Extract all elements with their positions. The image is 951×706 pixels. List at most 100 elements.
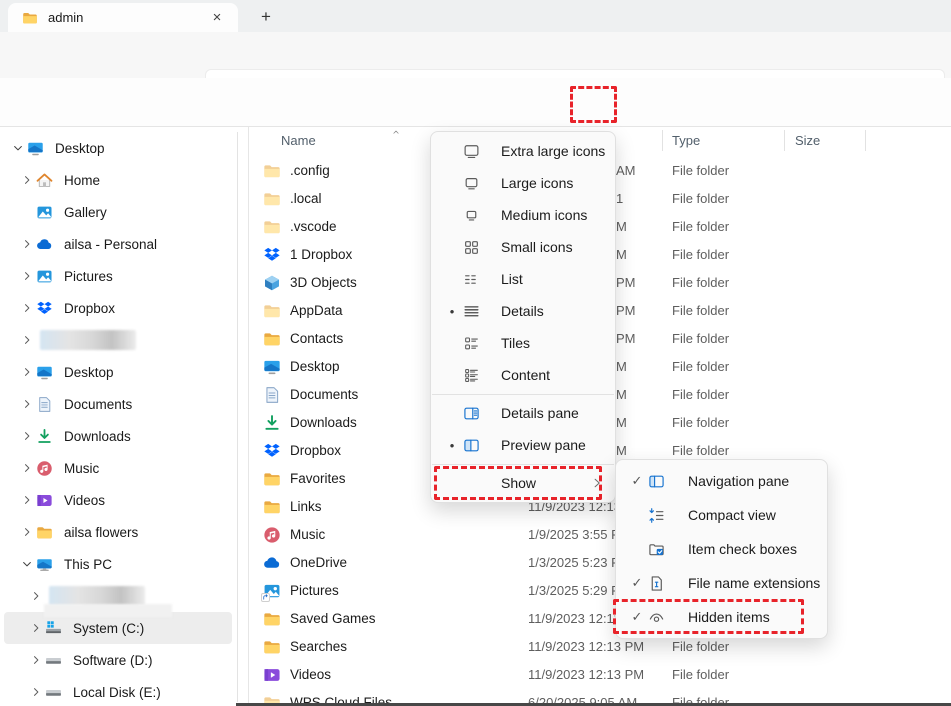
file-name: Favorites	[290, 465, 346, 493]
sidebar-item-desktop[interactable]: Desktop	[4, 356, 232, 388]
file-date-modified: AM	[616, 157, 636, 185]
cube-icon	[263, 274, 281, 292]
menu-item-large-icons[interactable]: Large icons	[431, 167, 615, 199]
chevron-right-icon[interactable]	[18, 523, 36, 541]
window-tab[interactable]: admin ×	[8, 3, 238, 32]
view-menu: Extra large iconsLarge iconsMedium icons…	[430, 131, 616, 503]
file-date-modified: 11/9/2023 12:13 PM	[528, 661, 644, 689]
ailsa-personal-icon	[36, 236, 53, 253]
column-header-type[interactable]: Type	[672, 133, 700, 148]
sidebar-item-software-d[interactable]: Software (D:)	[4, 644, 232, 676]
chevron-down-icon[interactable]	[18, 555, 36, 573]
sidebar-item-redacted[interactable]	[4, 324, 232, 356]
menu-item-details-pane[interactable]: Details pane	[431, 397, 615, 429]
menu-item-content[interactable]: Content	[431, 359, 615, 391]
sidebar-scrollbar[interactable]	[237, 132, 238, 702]
sidebar-item-label: Downloads	[64, 429, 131, 444]
menu-item-label: Tiles	[501, 335, 530, 351]
chevron-down-icon[interactable]	[9, 139, 27, 157]
file-row-videos[interactable]: Videos11/9/2023 12:13 PMFile folder	[249, 661, 951, 689]
sidebar-item-label: This PC	[64, 557, 112, 572]
file-name: Desktop	[290, 353, 340, 381]
redacted-label	[40, 330, 136, 350]
column-divider[interactable]	[662, 130, 663, 151]
menu-item-tiles[interactable]: Tiles	[431, 327, 615, 359]
tab-close-button[interactable]: ×	[206, 7, 228, 29]
column-divider[interactable]	[865, 130, 866, 151]
sidebar-item-pictures[interactable]: Pictures	[4, 260, 232, 292]
submenu-item-label: Compact view	[688, 507, 776, 523]
menu-item-small-icons[interactable]: Small icons	[431, 231, 615, 263]
pictures-icon	[36, 268, 53, 285]
menu-item-list[interactable]: List	[431, 263, 615, 295]
file-row-searches[interactable]: Searches11/9/2023 12:13 PMFile folder	[249, 633, 951, 661]
file-row-music[interactable]: Music1/9/2025 3:55 PMFile folder	[249, 521, 951, 549]
menu-item-medium-icons[interactable]: Medium icons	[431, 199, 615, 231]
file-type: File folder	[672, 409, 729, 437]
menu-item-show[interactable]: Show	[431, 467, 615, 499]
system-c-icon	[45, 620, 62, 637]
file-date-modified: M	[616, 241, 627, 269]
sidebar-item-label: Home	[64, 173, 100, 188]
submenu-item-file-name-extensions[interactable]: ✓File name extensions	[616, 566, 827, 600]
file-type: File folder	[672, 213, 729, 241]
chevron-right-icon[interactable]	[18, 171, 36, 189]
tab-bar: admin × +	[0, 0, 951, 32]
sidebar-item-dropbox[interactable]: Dropbox	[4, 292, 232, 324]
file-date-modified: M	[616, 409, 627, 437]
submenu-item-navigation-pane[interactable]: ✓Navigation pane	[616, 464, 827, 498]
new-tab-button[interactable]: +	[252, 4, 280, 30]
chevron-right-icon[interactable]	[18, 363, 36, 381]
menu-item-details[interactable]: •Details	[431, 295, 615, 327]
menu-item-preview-pane[interactable]: •Preview pane	[431, 429, 615, 461]
chevron-right-icon[interactable]	[27, 587, 45, 605]
file-name: Dropbox	[290, 437, 341, 465]
sidebar-item-home[interactable]: Home	[4, 164, 232, 196]
chevron-right-icon[interactable]	[18, 299, 36, 317]
sidebar-item-music[interactable]: Music	[4, 452, 232, 484]
chevron-right-icon[interactable]	[18, 395, 36, 413]
folder-icon	[263, 218, 281, 236]
ailsa-flowers-icon	[36, 524, 53, 541]
file-name: Links	[290, 493, 322, 521]
file-name: .config	[290, 157, 330, 185]
chevron-right-icon[interactable]	[27, 651, 45, 669]
chevron-right-icon[interactable]	[18, 267, 36, 285]
sidebar-item-ailsa-flowers[interactable]: ailsa flowers	[4, 516, 232, 548]
menu-separator	[432, 464, 614, 465]
chevron-right-icon[interactable]	[18, 427, 36, 445]
s-compact-icon	[648, 507, 665, 524]
file-row-pictures[interactable]: Pictures1/3/2025 5:29 PMFile folder	[249, 577, 951, 605]
menu-item-extra-large-icons[interactable]: Extra large icons	[431, 135, 615, 167]
chevron-right-icon[interactable]	[27, 619, 45, 637]
file-row-saved-games[interactable]: Saved Games11/9/2023 12:13 PMFile folder	[249, 605, 951, 633]
chevron-right-icon[interactable]	[18, 235, 36, 253]
selected-bullet: •	[441, 304, 463, 319]
sidebar-item-ailsa-personal[interactable]: ailsa - Personal	[4, 228, 232, 260]
sidebar-item-downloads[interactable]: Downloads	[4, 420, 232, 452]
column-header-name[interactable]: Name	[281, 133, 316, 148]
checkmark-icon: ✓	[626, 575, 648, 591]
v-prevpane-icon	[463, 437, 480, 454]
sidebar-item-local-disk-e[interactable]: Local Disk (E:)	[4, 676, 232, 706]
column-divider[interactable]	[784, 130, 785, 151]
submenu-item-hidden-items[interactable]: ✓Hidden items	[616, 600, 827, 634]
file-explorer-window: admin × + This PCSystem (C:)Usersadmin N…	[0, 0, 951, 706]
chevron-right-icon[interactable]	[18, 491, 36, 509]
chevron-right-icon[interactable]	[18, 331, 36, 349]
chevron-right-icon[interactable]	[27, 683, 45, 701]
menu-item-label: List	[501, 271, 523, 287]
column-header-size[interactable]: Size	[795, 133, 820, 148]
submenu-item-compact-view[interactable]: Compact view	[616, 498, 827, 532]
sidebar-item-this-pc[interactable]: This PC	[4, 548, 232, 580]
sidebar-item-videos[interactable]: Videos	[4, 484, 232, 516]
sidebar-item-documents[interactable]: Documents	[4, 388, 232, 420]
file-name: AppData	[290, 297, 343, 325]
sidebar-item-desktop[interactable]: Desktop	[4, 132, 232, 164]
file-date-modified: PM	[616, 297, 636, 325]
chevron-right-icon[interactable]	[18, 459, 36, 477]
file-date-modified: PM	[616, 325, 636, 353]
sidebar-item-gallery[interactable]: Gallery	[4, 196, 232, 228]
file-row-onedrive[interactable]: OneDrive1/3/2025 5:23 PMFile folder	[249, 549, 951, 577]
submenu-item-item-check-boxes[interactable]: Item check boxes	[616, 532, 827, 566]
